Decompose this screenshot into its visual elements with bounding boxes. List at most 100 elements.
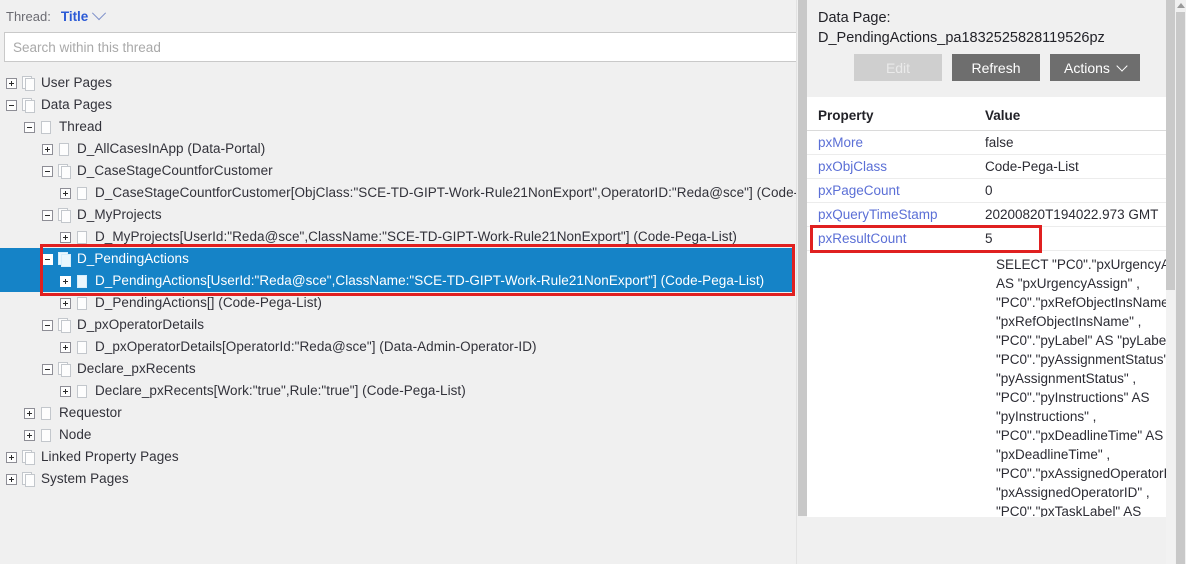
table-row[interactable]: pxObjClass Code-Pega-List [807,154,1169,179]
expand-icon[interactable] [6,77,17,89]
sql-value-cell: SELECT "PC0"."pxUrgencyAssign" AS "pxUrg… [974,251,1169,517]
tree-scrollbar-thumb[interactable] [798,0,807,516]
property-value-cell: 5 [974,226,1169,251]
data-page-explorer: Thread: Title User Pages Data Pages Thread… [0,0,1186,564]
page-icon [22,449,35,465]
edit-button[interactable]: Edit [854,54,942,81]
thread-label: Thread: [6,8,51,24]
expand-icon[interactable] [60,275,71,287]
property-value-cell: 0 [974,178,1169,203]
page-icon [76,384,89,399]
property-name-cell[interactable]: pxObjClass [807,154,974,179]
page-icon [22,75,35,91]
data-page-toolbar: Edit Refresh Actions [807,54,1175,81]
search-container [0,28,807,62]
tree-row[interactable]: System Pages [0,468,807,490]
tree-row-label: Thread [59,119,103,134]
data-page-name: D_PendingActions_pa1832525828119526pz [818,30,1105,46]
thread-value[interactable]: Title [61,9,89,24]
expand-icon[interactable] [24,429,35,441]
page-icon [40,428,53,443]
scroll-up-arrow-icon[interactable] [1177,3,1185,8]
collapse-icon[interactable] [24,121,35,133]
expand-icon[interactable] [60,231,71,243]
sql-statement: SELECT "PC0"."pxUrgencyAssign" AS "pxUrg… [996,257,1169,517]
page-scrollbar[interactable] [1175,0,1186,564]
page-icon [22,471,35,487]
page-icon [76,340,89,355]
property-name-cell[interactable]: pxQueryTimeStamp [807,202,974,227]
table-row[interactable]: pxResultCount 5 [807,226,1169,251]
page-icon [76,230,89,245]
tree-row[interactable]: D_AllCasesInApp (Data-Portal) [0,138,807,160]
tree-scrollbar[interactable] [796,0,807,564]
tree-row-label: D_PendingActions[UserId:"Reda@sce",Class… [95,273,765,288]
tree-row-label: D_CaseStageCountforCustomer [77,163,273,178]
detail-scrollbar-thumb[interactable] [1166,0,1175,290]
thread-selector-bar: Thread: Title [0,0,807,28]
tree-row-label: User Pages [41,75,113,90]
chevron-down-icon[interactable] [92,6,107,21]
page-scrollbar-thumb[interactable] [1176,12,1185,564]
tree-row[interactable]: D_pxOperatorDetails[OperatorId:"Reda@sce… [0,336,807,358]
collapse-icon[interactable] [6,99,17,111]
tree-row[interactable]: D_CaseStageCountforCustomer[ObjClass:"SC… [0,182,807,204]
tree-row-label: Requestor [59,405,122,420]
tree-row[interactable]: D_MyProjects [0,204,807,226]
tree-row[interactable]: D_PendingActions[] (Code-Pega-List) [0,292,807,314]
property-value-cell: Code-Pega-List [974,154,1169,179]
page-icon [58,142,71,157]
collapse-icon[interactable] [42,319,53,331]
collapse-icon[interactable] [42,363,53,375]
expand-icon[interactable] [60,385,71,397]
table-row[interactable]: pxQueryTimeStamp 20200820T194022.973 GMT [807,202,1169,227]
tree-row[interactable]: Thread [0,116,807,138]
detail-scrollbar[interactable] [1166,0,1175,564]
expand-icon[interactable] [60,297,71,309]
page-icon [58,207,71,223]
tree-row[interactable]: D_PendingActions [0,248,795,270]
clipboard-tree-panel: Thread: Title User Pages Data Pages Thread… [0,0,807,564]
tree-row-label: Declare_pxRecents[Work:"true",Rule:"true… [95,383,466,398]
page-icon [22,97,35,113]
refresh-button[interactable]: Refresh [952,54,1040,81]
actions-button[interactable]: Actions [1050,54,1140,81]
tree-row[interactable]: User Pages [0,72,807,94]
collapse-icon[interactable] [42,209,53,221]
page-tree: User Pages Data Pages Thread D_AllCasesInAp… [0,72,807,490]
tree-row[interactable]: Declare_pxRecents [0,358,807,380]
tree-row[interactable]: Requestor [0,402,807,424]
tree-row[interactable]: D_PendingActions[UserId:"Reda@sce",Class… [0,270,795,292]
collapse-icon[interactable] [42,165,53,177]
tree-row[interactable]: Declare_pxRecents[Work:"true",Rule:"true… [0,380,807,402]
expand-icon[interactable] [6,451,17,463]
expand-icon[interactable] [42,143,53,155]
property-name-cell[interactable]: pxResultCount [807,226,974,251]
tree-row-label: System Pages [41,471,129,486]
tree-row[interactable]: D_CaseStageCountforCustomer [0,160,807,182]
page-icon [58,317,71,333]
tree-row[interactable]: Data Pages [0,94,807,116]
property-value-table: Property Value pxMore false pxObjClass Code… [807,97,1169,517]
tree-row[interactable]: Linked Property Pages [0,446,807,468]
tree-row[interactable]: D_pxOperatorDetails [0,314,807,336]
expand-icon[interactable] [60,187,71,199]
table-row[interactable]: pxPageCount 0 [807,178,1169,203]
table-header-row: Property Value [807,97,1169,131]
tree-row[interactable]: D_MyProjects[UserId:"Reda@sce",ClassName… [0,226,807,248]
data-page-header: Data Page: D_PendingActions_pa1832525828… [807,0,1175,48]
collapse-icon[interactable] [42,253,53,265]
property-table-card: Property Value pxMore false pxObjClass Code… [807,97,1169,517]
search-input[interactable] [4,32,799,62]
table-row[interactable]: pxMore false [807,130,1169,155]
tree-row-label: D_CaseStageCountforCustomer[ObjClass:"SC… [95,185,807,200]
property-name-cell-empty [807,251,974,518]
tree-row[interactable]: Node [0,424,807,446]
property-name-cell[interactable]: pxMore [807,130,974,155]
property-value-cell: 20200820T194022.973 GMT [974,202,1169,227]
property-name-cell[interactable]: pxPageCount [807,178,974,203]
expand-icon[interactable] [60,341,71,353]
expand-icon[interactable] [6,473,17,485]
expand-icon[interactable] [24,407,35,419]
tree-row-label: D_MyProjects[UserId:"Reda@sce",ClassName… [95,229,737,244]
